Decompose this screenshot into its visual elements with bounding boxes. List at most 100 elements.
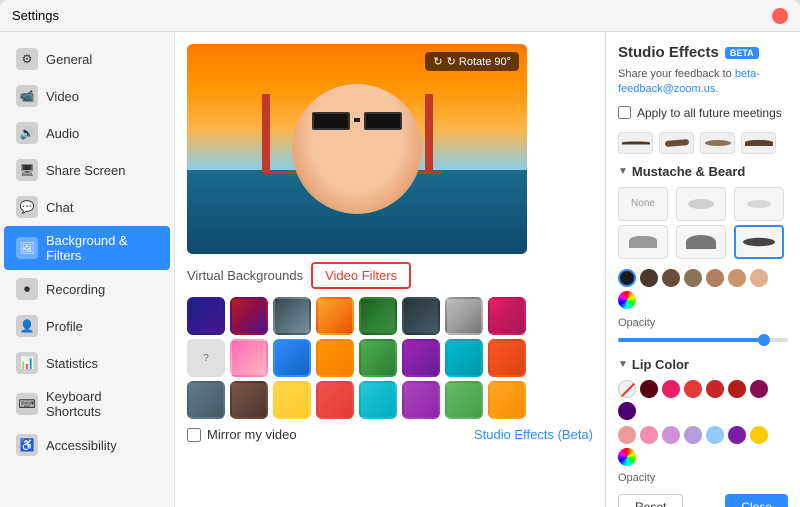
lip-color-row-1 <box>618 380 788 420</box>
lip-color-swatch[interactable] <box>618 402 636 420</box>
mirror-label-text: Mirror my video <box>207 427 297 442</box>
eyebrow-swatch[interactable] <box>700 132 735 154</box>
mirror-video-checkbox[interactable] <box>187 428 201 442</box>
eyebrow-swatch[interactable] <box>741 132 776 154</box>
filter-item[interactable] <box>445 297 483 335</box>
lip-color-swatch[interactable] <box>750 426 768 444</box>
main-content: ↻ ↻ Rotate 90° Virtual Backgrounds Video… <box>175 32 605 507</box>
lip-color-swatch[interactable] <box>640 426 658 444</box>
sidebar-item-share-screen[interactable]: 🖥 Share Screen <box>4 152 170 188</box>
mustache-none[interactable]: None <box>618 187 668 221</box>
recording-icon: ⏺ <box>16 278 38 300</box>
profile-icon: 👤 <box>16 315 38 337</box>
filter-item[interactable] <box>488 297 526 335</box>
lip-color-swatch[interactable] <box>706 380 724 398</box>
filter-item[interactable] <box>316 381 354 419</box>
filter-item[interactable] <box>359 339 397 377</box>
lip-color-swatch[interactable] <box>684 426 702 444</box>
lip-color-rainbow[interactable] <box>618 448 636 466</box>
reset-button[interactable]: Reset <box>618 494 683 507</box>
lip-color-swatch[interactable] <box>662 426 680 444</box>
filter-item[interactable] <box>488 339 526 377</box>
mirror-video-label[interactable]: Mirror my video <box>187 427 297 442</box>
feedback-text: Share your feedback to beta-feedback@zoo… <box>618 67 788 98</box>
filter-item[interactable] <box>187 381 225 419</box>
lip-color-section-header[interactable]: ▼ Lip Color <box>618 357 788 372</box>
color-swatch-rainbow[interactable] <box>618 291 636 309</box>
filter-item[interactable] <box>316 297 354 335</box>
audio-icon: 🔊 <box>16 122 38 144</box>
lip-color-swatch[interactable] <box>728 426 746 444</box>
color-swatch-dark-brown[interactable] <box>640 269 658 287</box>
filter-item-selected[interactable] <box>273 339 311 377</box>
lip-color-section-label: Lip Color <box>632 357 689 372</box>
right-panel: Studio Effects BETA Share your feedback … <box>605 32 800 507</box>
color-swatch-light-tan[interactable] <box>750 269 768 287</box>
filter-item[interactable] <box>273 381 311 419</box>
close-window-button[interactable]: ✕ <box>772 8 788 24</box>
filter-item[interactable] <box>402 339 440 377</box>
lip-color-swatch[interactable] <box>706 426 724 444</box>
sidebar-item-video[interactable]: 📹 Video <box>4 78 170 114</box>
virtual-bg-tab[interactable]: Virtual Backgrounds <box>187 268 303 283</box>
sidebar-item-keyboard-shortcuts[interactable]: ⌨ Keyboard Shortcuts <box>4 382 170 426</box>
sidebar-item-background-filters[interactable]: 🖼 Background & Filters <box>4 226 170 270</box>
lip-color-swatch[interactable] <box>728 380 746 398</box>
share-screen-icon: 🖥 <box>16 159 38 181</box>
mustache-item[interactable] <box>618 225 668 259</box>
filter-item[interactable] <box>359 297 397 335</box>
filter-item[interactable] <box>402 381 440 419</box>
color-swatch-medium-brown[interactable] <box>684 269 702 287</box>
apply-all-meetings-checkbox[interactable] <box>618 106 631 119</box>
filter-item[interactable] <box>230 339 268 377</box>
sidebar-item-statistics[interactable]: 📊 Statistics <box>4 345 170 381</box>
mustache-item-selected[interactable] <box>734 225 784 259</box>
accessibility-icon: ♿ <box>16 434 38 456</box>
filter-item[interactable] <box>230 381 268 419</box>
filter-item[interactable] <box>402 297 440 335</box>
sidebar-label-keyboard-shortcuts: Keyboard Shortcuts <box>46 389 158 419</box>
lip-color-swatch[interactable] <box>640 380 658 398</box>
lip-color-swatch[interactable] <box>750 380 768 398</box>
sidebar-label-statistics: Statistics <box>46 356 98 371</box>
filter-item[interactable]: ? <box>187 339 225 377</box>
lip-color-swatch[interactable] <box>618 426 636 444</box>
sidebar-item-audio[interactable]: 🔊 Audio <box>4 115 170 151</box>
lip-color-swatch[interactable] <box>684 380 702 398</box>
mustache-item[interactable] <box>734 187 784 221</box>
filter-item[interactable] <box>445 339 483 377</box>
sidebar-item-recording[interactable]: ⏺ Recording <box>4 271 170 307</box>
filter-item[interactable] <box>316 339 354 377</box>
color-swatch-brown[interactable] <box>662 269 680 287</box>
rotate-button[interactable]: ↻ ↻ Rotate 90° <box>425 52 519 71</box>
filter-item[interactable] <box>230 297 268 335</box>
mustache-item[interactable] <box>676 225 726 259</box>
video-filters-tab[interactable]: Video Filters <box>311 262 411 289</box>
studio-effects-link[interactable]: Studio Effects (Beta) <box>474 427 593 442</box>
close-button[interactable]: Close <box>725 494 788 507</box>
opacity-slider-mustache[interactable] <box>618 333 788 347</box>
mustache-item[interactable] <box>676 187 726 221</box>
filter-item[interactable] <box>187 297 225 335</box>
sidebar-item-general[interactable]: ⚙ General <box>4 41 170 77</box>
filter-item[interactable] <box>273 297 311 335</box>
filter-item[interactable] <box>359 381 397 419</box>
lip-color-none[interactable] <box>618 380 636 398</box>
video-preview: ↻ ↻ Rotate 90° <box>187 44 527 254</box>
sidebar-item-accessibility[interactable]: ♿ Accessibility <box>4 427 170 463</box>
mustache-section-label: Mustache & Beard <box>632 164 745 179</box>
opacity-row-lip: Opacity <box>618 472 788 484</box>
rotate-icon: ↻ <box>433 55 442 68</box>
color-swatch-tan[interactable] <box>728 269 746 287</box>
filter-item[interactable] <box>445 381 483 419</box>
eyebrow-swatch[interactable] <box>618 132 653 154</box>
sidebar-label-chat: Chat <box>46 200 73 215</box>
lip-color-swatch[interactable] <box>662 380 680 398</box>
eyebrow-swatch[interactable] <box>659 132 694 154</box>
sidebar-item-profile[interactable]: 👤 Profile <box>4 308 170 344</box>
color-swatch-black[interactable] <box>618 269 636 287</box>
color-swatch-light-brown[interactable] <box>706 269 724 287</box>
mustache-section-header[interactable]: ▼ Mustache & Beard <box>618 164 788 179</box>
filter-item[interactable] <box>488 381 526 419</box>
sidebar-item-chat[interactable]: 💬 Chat <box>4 189 170 225</box>
